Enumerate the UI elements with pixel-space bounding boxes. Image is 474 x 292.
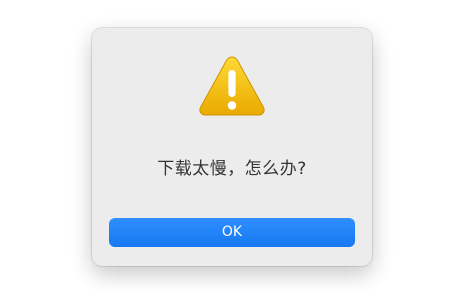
warning-icon bbox=[199, 56, 265, 116]
dialog-message: 下载太慢，怎么办? bbox=[157, 159, 307, 179]
alert-dialog: 下载太慢，怎么办? OK bbox=[92, 28, 372, 266]
ok-button[interactable]: OK bbox=[109, 218, 355, 247]
